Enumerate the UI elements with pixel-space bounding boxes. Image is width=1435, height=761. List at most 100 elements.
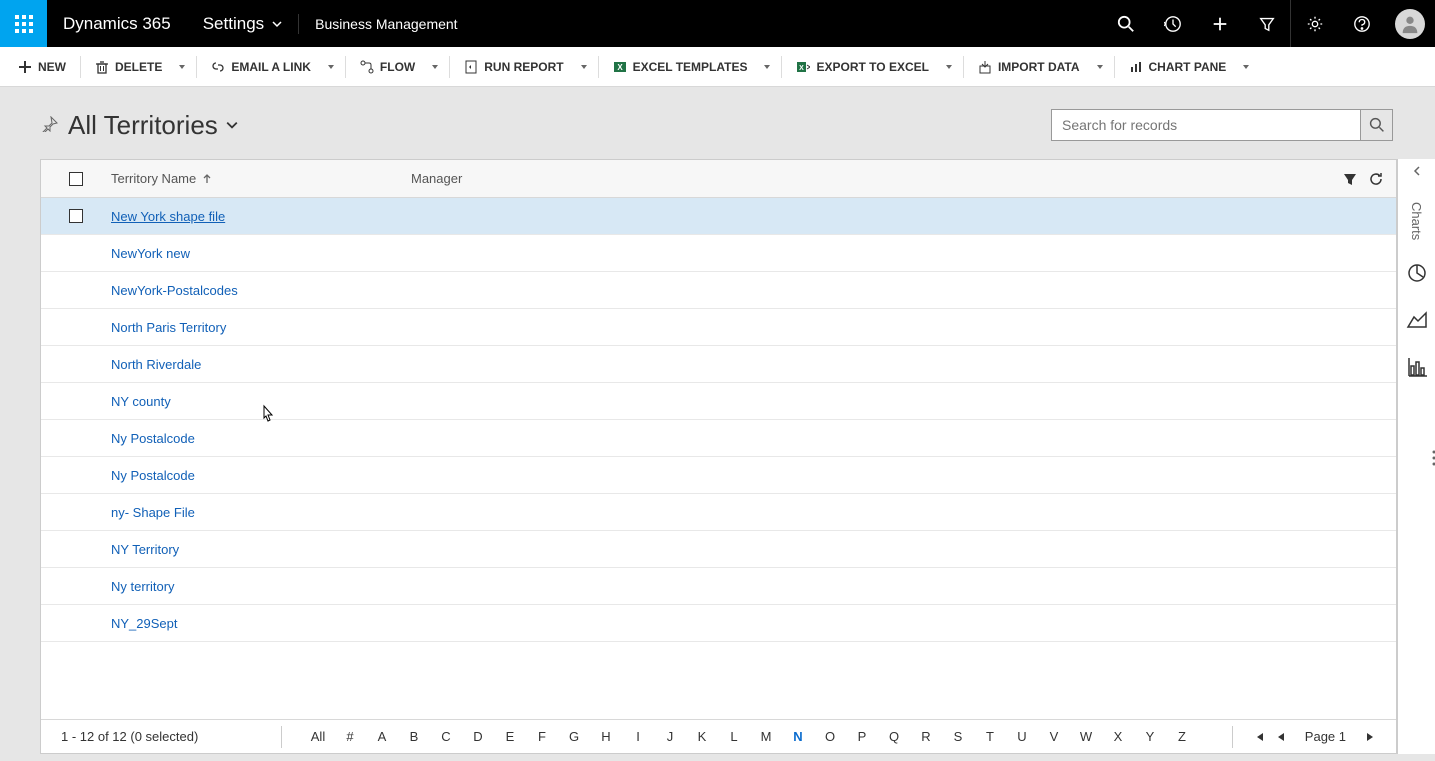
prev-page-button[interactable] [1275, 731, 1287, 743]
delete-dropdown[interactable] [172, 47, 192, 87]
table-row[interactable]: NewYork-Postalcodes [41, 272, 1396, 309]
import-data-dropdown[interactable] [1090, 47, 1110, 87]
alpha-E[interactable]: E [494, 729, 526, 744]
refresh-icon[interactable] [1368, 171, 1384, 187]
global-search-button[interactable] [1102, 0, 1149, 47]
alpha-I[interactable]: I [622, 729, 654, 744]
alpha-C[interactable]: C [430, 729, 462, 744]
column-header-name[interactable]: Territory Name [111, 171, 411, 186]
alpha-K[interactable]: K [686, 729, 718, 744]
alpha-M[interactable]: M [750, 729, 782, 744]
run-report-button[interactable]: RUN REPORT [454, 47, 573, 87]
alpha-T[interactable]: T [974, 729, 1006, 744]
alpha-H[interactable]: H [590, 729, 622, 744]
alpha-O[interactable]: O [814, 729, 846, 744]
bar-chart-icon[interactable] [1406, 356, 1428, 381]
search-input[interactable] [1051, 109, 1361, 141]
territory-name-link[interactable]: New York shape file [111, 209, 411, 224]
pin-icon[interactable] [42, 116, 58, 135]
alpha-Y[interactable]: Y [1134, 729, 1166, 744]
territory-name-link[interactable]: Ny territory [111, 579, 411, 594]
territory-name-link[interactable]: NewYork-Postalcodes [111, 283, 411, 298]
table-row[interactable]: ny- Shape File [41, 494, 1396, 531]
advanced-find-button[interactable] [1243, 0, 1290, 47]
import-data-button[interactable]: IMPORT DATA [968, 47, 1090, 87]
alpha-X[interactable]: X [1102, 729, 1134, 744]
email-link-button[interactable]: EMAIL A LINK [201, 47, 321, 87]
user-avatar[interactable] [1395, 9, 1425, 39]
territory-name-link[interactable]: North Paris Territory [111, 320, 411, 335]
territory-name-link[interactable]: NY county [111, 394, 411, 409]
settings-gear-button[interactable] [1291, 0, 1338, 47]
export-excel-dropdown[interactable] [939, 47, 959, 87]
table-row[interactable]: Ny Postalcode [41, 420, 1396, 457]
alpha-G[interactable]: G [558, 729, 590, 744]
alpha-R[interactable]: R [910, 729, 942, 744]
excel-templates-dropdown[interactable] [757, 47, 777, 87]
excel-templates-button[interactable]: XEXCEL TEMPLATES [603, 47, 758, 87]
more-options-button[interactable] [1431, 449, 1435, 470]
alpha-#[interactable]: # [334, 729, 366, 744]
table-row[interactable]: NewYork new [41, 235, 1396, 272]
table-row[interactable]: North Paris Territory [41, 309, 1396, 346]
alpha-W[interactable]: W [1070, 729, 1102, 744]
row-checkbox[interactable] [69, 209, 83, 223]
help-button[interactable] [1338, 0, 1385, 47]
view-title-label: All Territories [68, 110, 218, 141]
territory-name-link[interactable]: North Riverdale [111, 357, 411, 372]
nav-area-label[interactable]: Business Management [299, 16, 473, 32]
new-button[interactable]: NEW [8, 47, 76, 87]
table-row[interactable]: NY Territory [41, 531, 1396, 568]
alpha-V[interactable]: V [1038, 729, 1070, 744]
alpha-B[interactable]: B [398, 729, 430, 744]
alpha-N[interactable]: N [782, 729, 814, 744]
column-header-manager[interactable]: Manager [411, 171, 1342, 186]
territory-name-link[interactable]: Ny Postalcode [111, 468, 411, 483]
table-row[interactable]: North Riverdale [41, 346, 1396, 383]
area-chart-icon[interactable] [1406, 309, 1428, 334]
recent-items-button[interactable] [1149, 0, 1196, 47]
alpha-P[interactable]: P [846, 729, 878, 744]
alpha-S[interactable]: S [942, 729, 974, 744]
excel-templates-label: EXCEL TEMPLATES [633, 60, 748, 74]
chart-pane-dropdown[interactable] [1236, 47, 1256, 87]
alpha-A[interactable]: A [366, 729, 398, 744]
export-excel-button[interactable]: XEXPORT TO EXCEL [786, 47, 938, 87]
territory-name-link[interactable]: NY_29Sept [111, 616, 411, 631]
select-all-checkbox[interactable] [69, 172, 83, 186]
chart-pane-button[interactable]: CHART PANE [1119, 47, 1237, 87]
app-launcher-button[interactable] [0, 0, 47, 47]
delete-button[interactable]: DELETE [85, 47, 172, 87]
export-excel-label: EXPORT TO EXCEL [816, 60, 928, 74]
flow-dropdown[interactable] [425, 47, 445, 87]
alpha-J[interactable]: J [654, 729, 686, 744]
first-page-button[interactable] [1253, 731, 1265, 743]
pie-chart-icon[interactable] [1406, 262, 1428, 287]
view-selector[interactable]: All Territories [68, 110, 238, 141]
territory-name-link[interactable]: NewYork new [111, 246, 411, 261]
territory-name-link[interactable]: ny- Shape File [111, 505, 411, 520]
quick-create-button[interactable] [1196, 0, 1243, 47]
run-report-dropdown[interactable] [574, 47, 594, 87]
alpha-D[interactable]: D [462, 729, 494, 744]
alpha-Q[interactable]: Q [878, 729, 910, 744]
territory-name-link[interactable]: NY Territory [111, 542, 411, 557]
territory-name-link[interactable]: Ny Postalcode [111, 431, 411, 446]
collapse-charts-button[interactable] [1411, 165, 1423, 180]
table-row[interactable]: Ny Postalcode [41, 457, 1396, 494]
alpha-L[interactable]: L [718, 729, 750, 744]
alpha-Z[interactable]: Z [1166, 729, 1198, 744]
email-link-dropdown[interactable] [321, 47, 341, 87]
filter-icon[interactable] [1342, 171, 1358, 187]
table-row[interactable]: Ny territory [41, 568, 1396, 605]
alpha-F[interactable]: F [526, 729, 558, 744]
nav-settings-dropdown[interactable]: Settings [187, 14, 299, 34]
search-button[interactable] [1361, 109, 1393, 141]
table-row[interactable]: NY_29Sept [41, 605, 1396, 642]
alpha-All[interactable]: All [302, 729, 334, 744]
flow-button[interactable]: FLOW [350, 47, 425, 87]
next-page-button[interactable] [1364, 731, 1376, 743]
alpha-U[interactable]: U [1006, 729, 1038, 744]
table-row[interactable]: New York shape file [41, 198, 1396, 235]
table-row[interactable]: NY county [41, 383, 1396, 420]
